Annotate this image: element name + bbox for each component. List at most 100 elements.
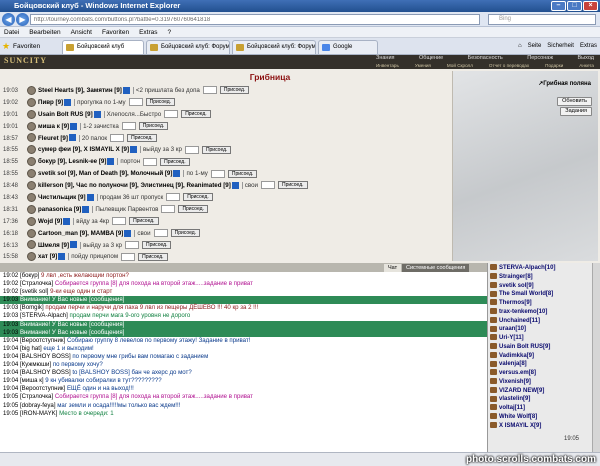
user-name[interactable]: valenja[8]: [499, 361, 527, 367]
info-icon[interactable]: [82, 205, 90, 213]
user-list-item[interactable]: Thermos[9]: [490, 299, 592, 308]
user-name[interactable]: Usain Bolt RUS[9]: [499, 344, 550, 350]
tab-chat[interactable]: Чат: [384, 264, 402, 272]
info-icon[interactable]: [122, 86, 130, 94]
game-submenu-skills[interactable]: Умения: [415, 62, 431, 69]
user-list-item[interactable]: valenja[8]: [490, 360, 592, 369]
chat-time[interactable]: 19:05: [3, 402, 18, 409]
join-fight-button[interactable]: Присоед.: [138, 252, 168, 261]
info-icon[interactable]: [70, 241, 78, 249]
chat-author[interactable]: [BALSHOY BOSS]: [20, 369, 71, 376]
chat-author[interactable]: [Стрэлочка]: [20, 280, 53, 287]
game-menu-security[interactable]: Безопасность: [468, 55, 503, 62]
user-name[interactable]: VIZARD NEW[9]: [499, 388, 544, 394]
fight-participants[interactable]: Cartoon_man [9], MAMBA [9]: [38, 230, 123, 237]
chat-time[interactable]: 19:04: [3, 345, 18, 352]
tab-forum-2[interactable]: Бойцовский клуб: Форум: [232, 40, 316, 54]
chat-time[interactable]: 19:03: [3, 304, 18, 311]
fight-participants[interactable]: Wojd [9]: [38, 218, 62, 225]
fight-bid-input[interactable]: [166, 193, 181, 202]
fight-bid-input[interactable]: [184, 145, 199, 154]
user-list-item[interactable]: voltaj[11]: [490, 404, 592, 413]
fight-bid-input[interactable]: [124, 240, 139, 249]
fight-participants[interactable]: Steel Hearts [9], Замятин [9]: [38, 87, 122, 94]
page-menu[interactable]: Seite: [528, 41, 542, 52]
info-icon[interactable]: [63, 217, 71, 225]
close-button[interactable]: ×: [583, 1, 598, 11]
user-name[interactable]: trax-tenkemo[10]: [499, 309, 547, 315]
fight-bid-input[interactable]: [128, 98, 143, 107]
maximize-button[interactable]: □: [567, 1, 582, 11]
user-name[interactable]: vlastelin[9]: [499, 396, 530, 402]
join-fight-button[interactable]: Присоед.: [227, 169, 258, 178]
menu-item-view[interactable]: Ansicht: [71, 27, 92, 37]
user-name[interactable]: White Wolf[8]: [499, 414, 537, 420]
join-fight-button[interactable]: Присоед.: [278, 181, 308, 190]
user-name[interactable]: Uri-Y[11]: [499, 335, 524, 341]
fight-bid-input[interactable]: [110, 133, 125, 142]
join-fight-button[interactable]: Присоед.: [129, 217, 159, 226]
user-name[interactable]: uraan[10]: [499, 326, 526, 332]
tab-google[interactable]: Google: [318, 40, 378, 54]
fight-participants[interactable]: бокур [9], Lesnik-ee [9]: [38, 158, 106, 165]
chat-author[interactable]: [IRON-MAYK]: [20, 410, 57, 417]
tab-combats[interactable]: Бойцовский клуб: [62, 40, 144, 54]
info-icon[interactable]: [70, 122, 78, 130]
menu-item-extras[interactable]: Extras: [139, 27, 157, 37]
fight-bid-input[interactable]: [121, 252, 136, 261]
fight-participants[interactable]: killerson [9], Час по полуночи [9], Элис…: [38, 182, 231, 189]
chat-author[interactable]: [Bomgik]: [20, 304, 44, 311]
join-fight-button[interactable]: Присоед.: [127, 133, 157, 142]
fight-bid-input[interactable]: [210, 169, 225, 178]
user-list-item[interactable]: vlastelin[9]: [490, 395, 592, 404]
user-name[interactable]: STERVA-Alpach[10]: [499, 265, 555, 271]
join-fight-button[interactable]: Присоед.: [181, 110, 211, 119]
menu-item-help[interactable]: ?: [168, 27, 172, 37]
join-fight-button[interactable]: Присоед.: [160, 157, 190, 166]
tasks-button[interactable]: Задания: [560, 107, 592, 116]
user-list-item[interactable]: Unchained[11]: [490, 316, 592, 326]
user-list-item[interactable]: Vadimkka[9]: [490, 351, 592, 361]
join-fight-button[interactable]: Присоед.: [201, 145, 232, 154]
game-menu-exit[interactable]: Выход: [578, 55, 594, 62]
game-submenu-scroll[interactable]: Мой Скролл: [447, 62, 473, 69]
info-icon[interactable]: [68, 134, 76, 142]
menu-item-favorites[interactable]: Favoriten: [102, 27, 129, 37]
chat-time[interactable]: 19:02: [3, 288, 18, 295]
game-submenu-profile[interactable]: Анкета: [579, 62, 594, 69]
user-list-item[interactable]: Uri-Y[11]: [490, 334, 592, 343]
user-name[interactable]: voltaj[11]: [499, 405, 525, 411]
join-fight-button[interactable]: Присоед.: [138, 122, 169, 131]
fight-bid-input[interactable]: [164, 110, 179, 119]
chat-author[interactable]: [миша к]: [20, 377, 44, 384]
info-icon[interactable]: [107, 158, 115, 166]
game-menu-character[interactable]: Персонаж: [527, 55, 553, 62]
chat-author[interactable]: [Кужмюши]: [20, 361, 51, 368]
info-icon[interactable]: [231, 181, 239, 189]
back-icon[interactable]: ◀: [2, 13, 15, 26]
user-list-item[interactable]: Usain Bolt RUS[9]: [490, 343, 592, 352]
fight-bid-input[interactable]: [143, 157, 158, 166]
security-menu[interactable]: Sicherheit: [547, 41, 574, 52]
forward-icon[interactable]: ▶: [16, 13, 29, 26]
chat-time[interactable]: 19:04: [3, 369, 18, 376]
join-fight-button[interactable]: Присоед.: [183, 193, 213, 202]
user-list-item[interactable]: X ISMAYIL X[9]: [490, 421, 592, 431]
chat-author[interactable]: [бокур]: [20, 272, 39, 279]
fight-bid-input[interactable]: [112, 217, 127, 226]
chat-time[interactable]: 19:04: [3, 337, 18, 344]
tab-forum-1[interactable]: Бойцовский клуб: Форум: [146, 40, 230, 54]
fight-participants[interactable]: panasonica [9]: [38, 206, 81, 213]
refresh-button[interactable]: Обновить: [557, 97, 592, 106]
tab-system-messages[interactable]: Системные сообщения: [402, 264, 470, 272]
info-icon[interactable]: [124, 229, 132, 237]
chat-time[interactable]: 19:05: [3, 410, 18, 417]
fight-participants[interactable]: Чистильщик [9]: [38, 194, 86, 201]
game-submenu-inventory[interactable]: Инвентарь: [376, 62, 399, 69]
user-list-item[interactable]: trax-tenkemo[10]: [490, 308, 592, 317]
menu-item-edit[interactable]: Bearbeiten: [29, 27, 60, 37]
favorites-button[interactable]: ★ Favoriten: [2, 41, 40, 52]
user-list-item[interactable]: Vixenish[9]: [490, 378, 592, 387]
chat-author[interactable]: [svetik sol]: [20, 288, 48, 295]
fight-bid-input[interactable]: [153, 229, 168, 238]
